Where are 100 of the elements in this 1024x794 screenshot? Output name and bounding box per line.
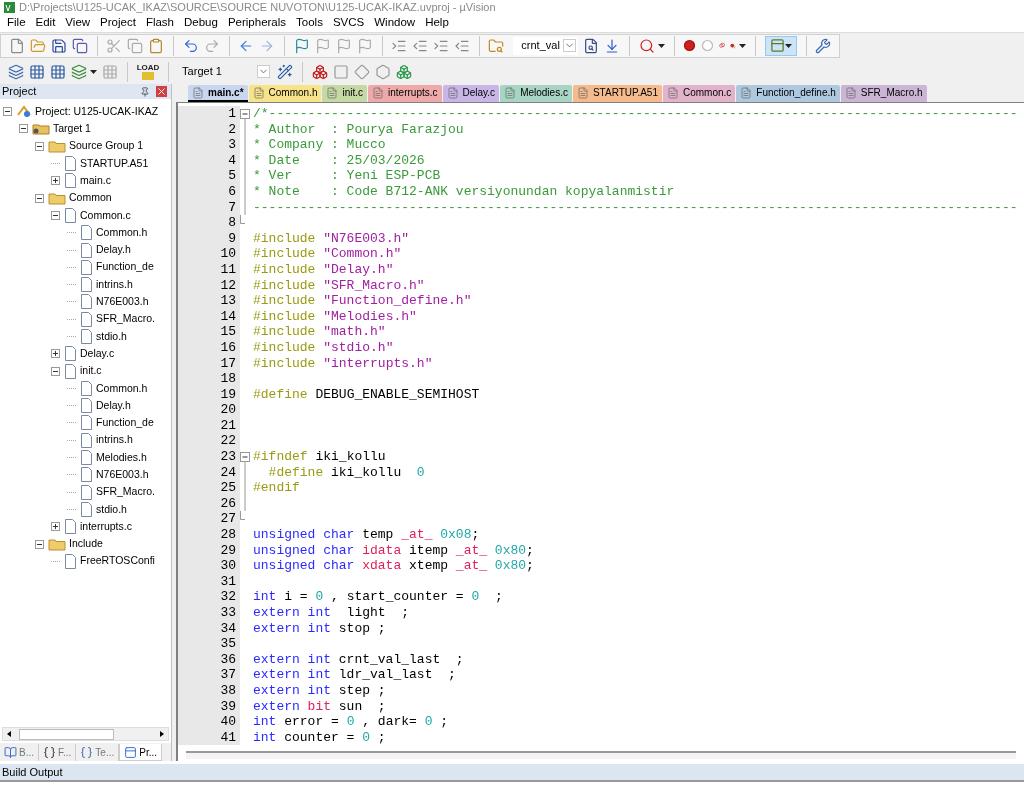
build-grid-icon[interactable] [50,63,66,80]
tree-item[interactable]: Project: U125-UCAK-IKAZ [35,103,159,120]
tree-item[interactable]: Common [69,190,112,206]
dropdown-icon[interactable] [563,39,577,52]
tree-item[interactable]: STARTUP.A51 [80,155,149,172]
menu-item[interactable]: Project [95,14,141,32]
scroll-left-icon[interactable] [7,731,11,737]
pin-icon[interactable] [140,86,150,97]
collapse-icon[interactable] [35,539,44,549]
editor-tab[interactable]: main.c* [188,85,248,102]
tree-item[interactable]: stdio.h [96,501,127,518]
tree-item[interactable]: SFR_Macro. [96,484,155,501]
fold-icon[interactable] [240,106,250,122]
close-icon[interactable] [156,86,167,97]
tree-item[interactable]: Include [69,536,103,552]
tree-item[interactable]: Function_de [96,259,154,276]
save-icon[interactable] [51,37,67,54]
window-toggle-button[interactable] [764,35,797,56]
editor-tab[interactable]: Melodies.c [500,85,572,102]
menu-item[interactable]: Debug [179,14,223,32]
window-icon[interactable] [124,745,138,759]
menu-item[interactable]: Tools [291,14,328,32]
editor-tab[interactable]: SFR_Macro.h [840,85,927,102]
dropdown-icon[interactable] [257,65,271,78]
packs-icon[interactable] [396,63,412,80]
open-folder-icon[interactable] [30,37,46,54]
editor-tab[interactable]: Function_define.h [736,85,840,102]
flag-icon[interactable] [335,37,352,54]
scrollbar-thumb[interactable] [19,728,114,740]
books-icon[interactable] [4,746,17,759]
editor-tab[interactable]: init.c [322,85,368,102]
tree-item[interactable]: N76E003.h [96,294,149,310]
menu-item[interactable]: Peripherals [222,14,292,32]
editor-tab[interactable]: Delay.c [442,85,500,102]
scroll-right-icon[interactable] [160,731,164,737]
save-all-icon[interactable] [72,37,88,54]
editor-tab[interactable]: STARTUP.A51 [572,85,662,102]
build-grid-icon[interactable] [29,63,45,80]
expand-icon[interactable] [51,522,60,532]
magic-wand-icon[interactable] [277,63,294,80]
tree-item[interactable]: Common.h [96,224,148,241]
tree-item[interactable]: Delay.h [96,242,131,258]
panel-tab[interactable]: B... [0,744,39,761]
editor-tab[interactable]: Common.h [248,85,322,102]
tree-item[interactable]: Target 1 [53,121,91,137]
paste-icon[interactable] [148,37,165,54]
tree-item[interactable]: Delay.c [80,345,115,362]
expand-icon[interactable] [51,176,60,186]
collapse-icon[interactable] [51,366,60,376]
breakpoint-icon[interactable] [682,39,696,52]
tree-item[interactable]: Delay.h [96,397,131,414]
folder-search-icon[interactable] [488,37,505,54]
cut-icon[interactable] [106,37,123,54]
tree-item[interactable]: Common.h [96,380,148,397]
copy-icon[interactable] [127,37,144,54]
window-icon[interactable] [769,38,785,53]
load-button[interactable]: LOAD [136,63,160,80]
tree-item[interactable]: intrins.h [96,276,133,293]
menu-item[interactable]: Help [420,14,454,32]
batch-layers-icon[interactable] [71,63,87,80]
tree-item[interactable]: Function_de [96,415,154,431]
tree-item[interactable]: main.c [80,172,111,189]
find-combo[interactable]: crnt_val [513,36,579,55]
target-combo[interactable]: Target 1 [178,62,273,81]
collapse-icon[interactable] [51,210,60,220]
components-icon[interactable] [312,63,328,80]
caret-icon[interactable] [739,43,747,48]
tree-item[interactable]: init.c [80,363,102,379]
panel-tab[interactable]: F... [39,744,77,761]
search-icon[interactable] [638,37,655,54]
menu-item[interactable]: SVCS [327,14,370,32]
flag-icon[interactable] [356,37,373,54]
tree-item[interactable]: FreeRTOSConfi [80,553,155,570]
menu-item[interactable]: File [2,14,31,32]
horizontal-scrollbar[interactable] [186,751,1016,759]
diamond-icon[interactable] [354,63,370,80]
tree-item[interactable]: intrins.h [96,432,133,449]
tree-item[interactable]: Source Group 1 [69,138,144,155]
caret-icon[interactable] [784,43,792,48]
collapse-icon[interactable] [19,124,28,134]
flag-icon[interactable] [293,37,310,54]
braces-icon[interactable] [43,746,56,759]
menu-item[interactable]: View [60,14,96,32]
tree-item[interactable]: interrupts.c [80,518,132,535]
flag-icon[interactable] [314,37,331,54]
layers-icon[interactable] [8,63,24,80]
tree-item[interactable]: SFR_Macro. [96,311,155,328]
menu-item[interactable]: Flash [140,14,179,32]
tree-item[interactable]: N76E003.h [96,467,149,483]
editor-tab[interactable]: Common.c [662,85,736,102]
tree-item[interactable]: Melodies.h [96,449,147,466]
menu-item[interactable]: Edit [30,14,61,32]
expand-icon[interactable] [51,349,60,359]
collapse-icon[interactable] [3,107,12,117]
collapse-icon[interactable] [35,141,44,151]
caret-icon[interactable] [657,43,665,48]
document-search-icon[interactable] [583,37,600,54]
wrench-icon[interactable] [815,37,832,54]
tree-item[interactable]: Common.c [80,207,131,224]
new-file-icon[interactable] [9,37,25,54]
